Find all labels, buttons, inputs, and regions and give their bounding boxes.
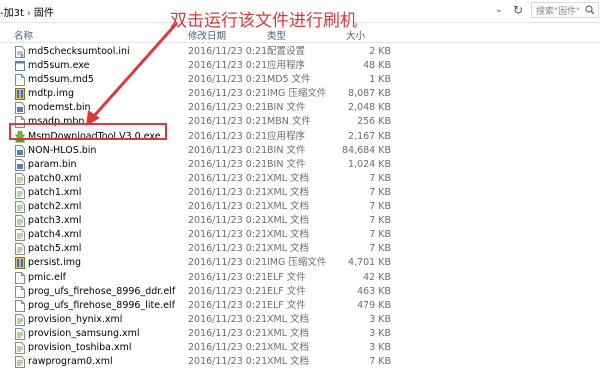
annotation-text: 双击运行该文件进行刷机: [170, 11, 357, 31]
annotation-arrow-icon: [86, 23, 178, 126]
